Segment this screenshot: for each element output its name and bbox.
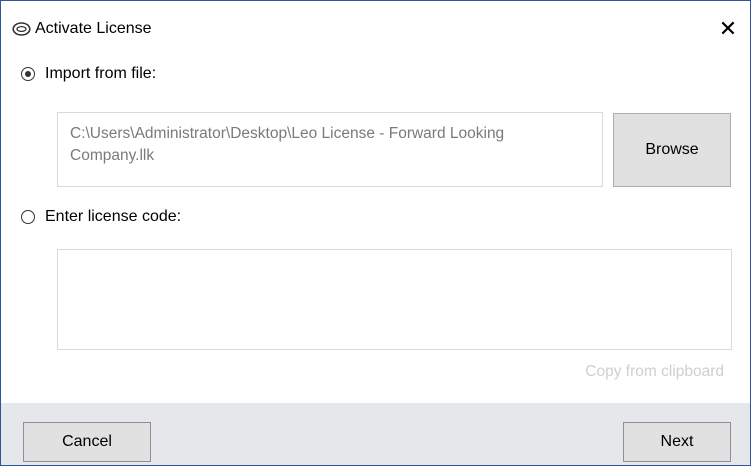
import-from-file-radio[interactable] <box>21 67 35 81</box>
activate-license-dialog: Activate License ✕ Import from file: C:\… <box>0 0 751 466</box>
close-button[interactable]: ✕ <box>706 11 750 47</box>
close-icon: ✕ <box>718 16 738 41</box>
import-from-file-label: Import from file: <box>45 65 157 82</box>
license-code-input[interactable] <box>57 249 732 350</box>
cancel-button[interactable]: Cancel <box>23 422 151 462</box>
enter-license-code-label: Enter license code: <box>45 208 182 225</box>
enter-license-code-radio[interactable] <box>21 210 35 224</box>
file-path-field[interactable]: C:\Users\Administrator\Desktop\Leo Licen… <box>57 112 603 187</box>
copy-from-clipboard-link[interactable]: Copy from clipboard <box>585 363 724 381</box>
enter-license-code-option[interactable]: Enter license code: <box>21 208 181 226</box>
title-bar: Activate License ✕ <box>1 1 750 47</box>
dialog-footer: Cancel Next <box>1 403 750 465</box>
dialog-title: Activate License <box>35 20 152 37</box>
browse-button[interactable]: Browse <box>613 113 731 187</box>
license-key-icon <box>12 22 31 36</box>
next-button[interactable]: Next <box>623 422 731 462</box>
import-from-file-option[interactable]: Import from file: <box>21 65 156 83</box>
